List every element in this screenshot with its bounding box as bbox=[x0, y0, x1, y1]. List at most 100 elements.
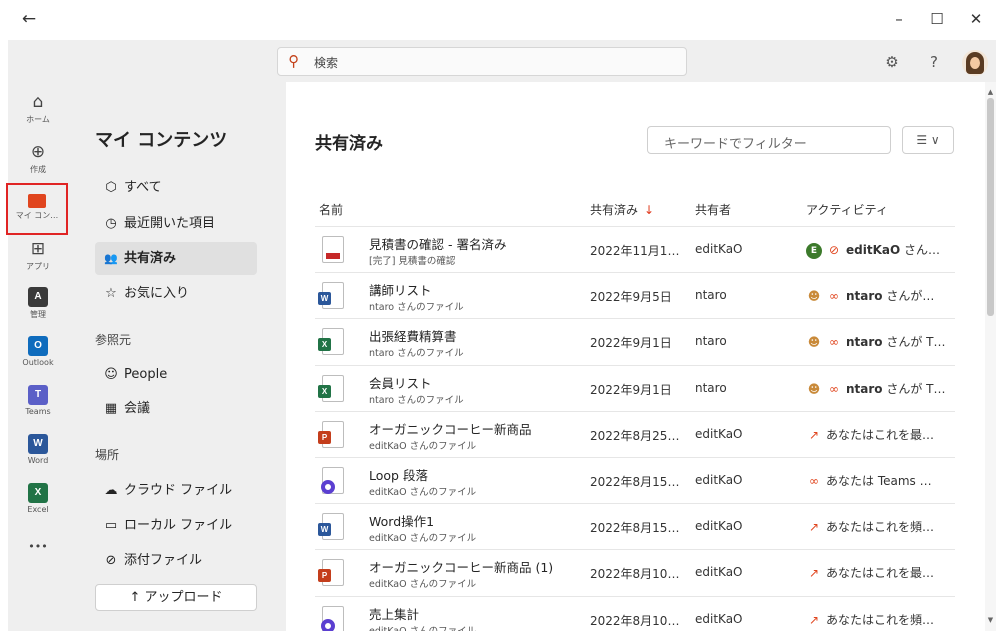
nav-item-label: People bbox=[124, 367, 168, 382]
title-bar: ← – ☐ ✕ bbox=[0, 0, 999, 40]
file-name: 出張経費精算書 bbox=[369, 329, 457, 344]
folder-icon bbox=[28, 194, 46, 208]
column-header-shared-by[interactable]: 共有者 bbox=[695, 201, 731, 218]
settings-gear-icon[interactable]: ⚙ bbox=[881, 52, 903, 72]
table-row[interactable]: X 出張経費精算書 ntaro さんのファイル 2022年9月1日 ntaro ☻ ∞ nta… bbox=[315, 319, 955, 365]
table-row[interactable]: X 会員リスト ntaro さんのファイル 2022年9月1日 ntaro ☻ ∞ ntaro… bbox=[315, 366, 955, 412]
rail-label: 作成 bbox=[30, 165, 46, 174]
activity-text: さん… bbox=[900, 243, 941, 257]
table-row[interactable]: 見積書の確認 - 署名済み [完了] 見積書の確認 2022年11月1… editKa… bbox=[315, 227, 955, 273]
more-apps-button[interactable]: ••• bbox=[8, 531, 68, 579]
activity-text: あなたはこれを頻… bbox=[826, 613, 935, 627]
file-subtitle: [完了] 見積書の確認 bbox=[369, 256, 456, 267]
activity-text: さんが T… bbox=[882, 335, 946, 349]
column-header-activity[interactable]: アクティビティ bbox=[806, 201, 888, 218]
nav-item-local-files[interactable]: ▭ ローカル ファイル bbox=[95, 509, 257, 542]
back-arrow-icon[interactable]: ← bbox=[18, 8, 40, 30]
nav-item-attachments[interactable]: ⊘ 添付ファイル bbox=[95, 544, 257, 577]
nav-item-label: クラウド ファイル bbox=[124, 483, 233, 498]
shared-date: 2022年9月1日 bbox=[590, 336, 672, 350]
nav-item-favorites[interactable]: ☆ お気に入り bbox=[95, 277, 257, 310]
rail-item-outlook[interactable]: O Outlook bbox=[8, 330, 68, 378]
file-name: 講師リスト bbox=[369, 283, 432, 298]
search-icon: ⚲ bbox=[288, 52, 299, 70]
rail-item-excel[interactable]: X Excel bbox=[8, 477, 68, 525]
close-button[interactable]: ✕ bbox=[961, 8, 991, 30]
rail-item-word[interactable]: W Word bbox=[8, 428, 68, 476]
sort-options-button[interactable]: ☰ ∨ bbox=[902, 126, 954, 154]
people-icon: 👥 bbox=[104, 252, 118, 265]
people-icon: ∞ bbox=[829, 382, 839, 396]
people-icon: ∞ bbox=[809, 474, 819, 488]
cloud-icon: ☁ bbox=[104, 483, 118, 498]
activity-user: ntaro bbox=[846, 335, 883, 349]
minimize-button[interactable]: – bbox=[884, 8, 914, 30]
shared-by: editKaO bbox=[695, 427, 743, 441]
table-row[interactable]: Loop 段落 editKaO さんのファイル 2022年8月15… editKaO ∞… bbox=[315, 458, 955, 504]
table-row[interactable]: W Word操作1 editKaO さんのファイル 2022年8月15… editKaO… bbox=[315, 504, 955, 550]
apps-grid-icon: ⊞ bbox=[30, 239, 46, 259]
avatar[interactable] bbox=[962, 50, 988, 76]
excel-icon: X bbox=[28, 483, 48, 503]
activity-user: ntaro bbox=[846, 382, 883, 396]
activity-cell: ☻ ∞ ntaro さんが T… bbox=[806, 380, 946, 397]
activity-text: さんが T… bbox=[882, 382, 946, 396]
rail-item-create[interactable]: ⊕ 作成 bbox=[8, 136, 68, 184]
table-row[interactable]: 売上集計editKaO さんのファイル 2022年8月10… editKaO ↗ あなた… bbox=[315, 597, 955, 631]
nav-item-meetings[interactable]: ▦ 会議 bbox=[95, 392, 257, 425]
rail-label: Word bbox=[27, 456, 49, 465]
shared-by: ntaro bbox=[695, 381, 727, 395]
section-heading-location: 場所 bbox=[95, 448, 120, 462]
maximize-button[interactable]: ☐ bbox=[922, 8, 952, 30]
scroll-up-arrow-icon[interactable]: ▲ bbox=[985, 86, 996, 98]
calendar-icon: ▦ bbox=[104, 401, 118, 416]
table-row[interactable]: P オーガニックコーヒー新商品 editKaO さんのファイル 2022年8月25… e… bbox=[315, 412, 955, 458]
shared-by: editKaO bbox=[695, 519, 743, 533]
rail-label: Outlook bbox=[22, 358, 54, 367]
pdf-file-icon bbox=[322, 236, 344, 263]
nav-item-shared[interactable]: 👥 共有済み bbox=[95, 242, 257, 275]
nav-title: マイ コンテンツ bbox=[95, 130, 228, 151]
file-subtitle: editKaO さんのファイル bbox=[369, 533, 477, 544]
nav-item-label: 共有済み bbox=[124, 251, 177, 266]
scroll-down-arrow-icon[interactable]: ▼ bbox=[985, 614, 996, 626]
rail-item-teams[interactable]: T Teams bbox=[8, 379, 68, 427]
column-header-shared[interactable]: 共有済み ↓ bbox=[590, 201, 654, 218]
upload-button[interactable]: ↑ アップロード bbox=[95, 584, 257, 611]
file-subtitle: editKaO さんのファイル bbox=[369, 441, 477, 452]
nav-item-all[interactable]: ⬡ すべて bbox=[95, 171, 257, 204]
file-name: オーガニックコーヒー新商品 bbox=[369, 422, 532, 437]
activity-cell: ↗ あなたはこれを頻… bbox=[806, 518, 934, 535]
activity-cell: ☻ ∞ ntaro さんが… bbox=[806, 287, 935, 304]
file-subtitle: editKaO さんのファイル bbox=[369, 487, 477, 498]
shared-by: editKaO bbox=[695, 242, 743, 256]
file-name: Loop 段落 bbox=[369, 468, 428, 483]
table-row[interactable]: W 講師リスト ntaro さんのファイル 2022年9月5日 ntaro ☻ ∞ ntaro… bbox=[315, 273, 955, 319]
word-file-icon: W bbox=[318, 513, 344, 540]
shared-date: 2022年8月15… bbox=[590, 521, 680, 535]
scrollbar-thumb[interactable] bbox=[987, 98, 994, 316]
search-input[interactable]: ⚲ 検索 bbox=[277, 47, 687, 76]
keyword-filter-input[interactable]: キーワードでフィルター bbox=[647, 126, 891, 154]
table-row[interactable]: P オーガニックコーヒー新商品 (1) editKaO さんのファイル 2022年8月… bbox=[315, 550, 955, 596]
shared-by: ntaro bbox=[695, 288, 727, 302]
excel-file-icon: X bbox=[318, 328, 344, 355]
ppt-file-icon: P bbox=[318, 421, 344, 448]
activity-cell: ↗ あなたはこれを頻… bbox=[806, 611, 934, 628]
help-icon[interactable]: ? bbox=[923, 52, 945, 72]
nav-item-recent[interactable]: ◷ 最近開いた項目 bbox=[95, 207, 257, 240]
rail-item-admin[interactable]: A 管理 bbox=[8, 281, 68, 329]
people-icon: ∞ bbox=[829, 289, 839, 303]
rail-item-my-content[interactable]: マイ コン… bbox=[6, 183, 68, 235]
nav-item-people[interactable]: ☺ People bbox=[95, 358, 257, 391]
user-avatar-icon: ☻ bbox=[807, 335, 821, 349]
nav-item-label: 最近開いた項目 bbox=[124, 216, 216, 231]
column-header-name[interactable]: 名前 bbox=[319, 201, 343, 218]
rail-item-apps[interactable]: ⊞ アプリ bbox=[8, 233, 68, 281]
rail-item-home[interactable]: ⌂ ホーム bbox=[8, 86, 68, 134]
loop-file-icon bbox=[321, 467, 344, 494]
user-initial-avatar: E bbox=[806, 242, 822, 259]
activity-user: editKaO bbox=[846, 243, 901, 257]
nav-item-cloud-files[interactable]: ☁ クラウド ファイル bbox=[95, 474, 257, 507]
activity-text: あなたはこれを頻… bbox=[826, 520, 935, 534]
